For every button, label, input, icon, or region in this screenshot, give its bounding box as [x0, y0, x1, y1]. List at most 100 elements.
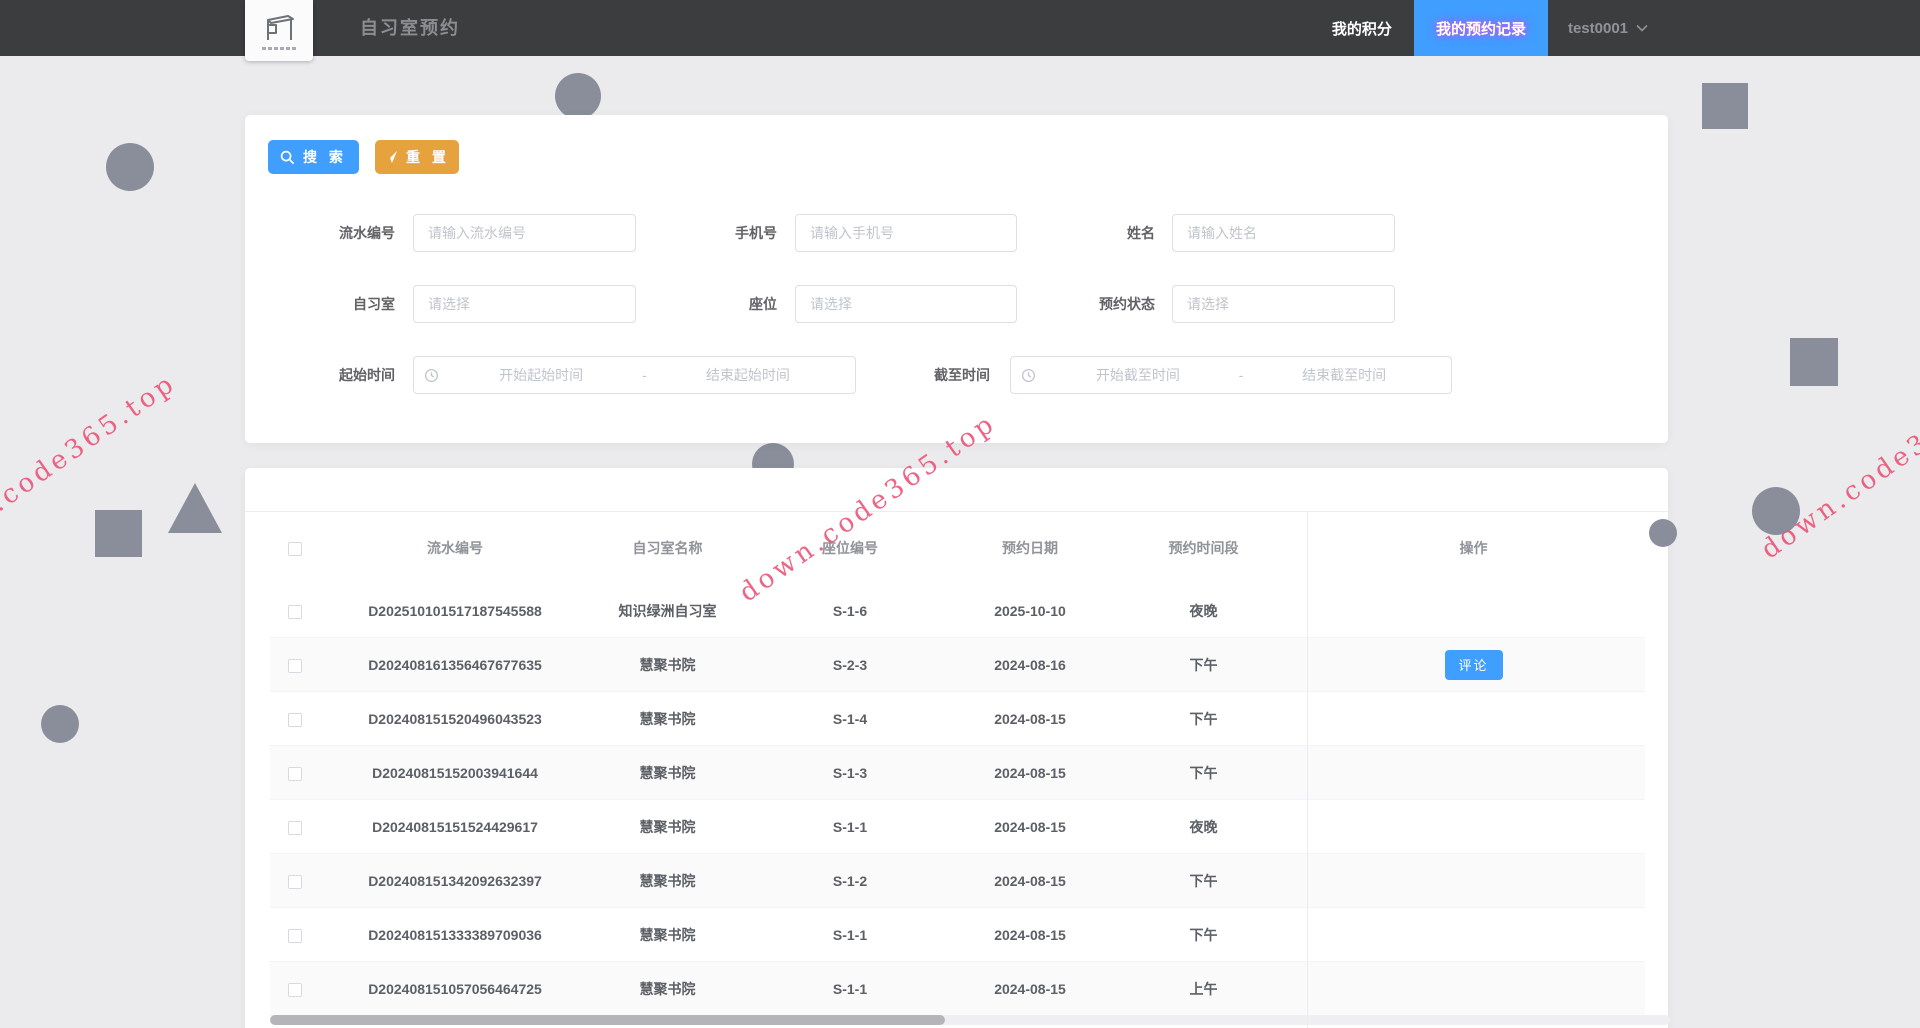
cell-room: 慧聚书院 [590, 709, 745, 729]
cell-serial: D202408161356467677635 [320, 657, 590, 673]
cell-room: 慧聚书院 [590, 979, 745, 999]
col-serial: 流水编号 [320, 538, 590, 558]
nav-item-records[interactable]: 我的预约记录 [1414, 0, 1548, 56]
horizontal-scrollbar-thumb[interactable] [270, 1015, 945, 1025]
status-select[interactable] [1172, 285, 1395, 323]
cell-date: 2024-08-15 [955, 711, 1105, 727]
clock-icon [424, 368, 444, 383]
row-checkbox[interactable] [288, 713, 302, 727]
range-end-placeholder: 结束起始时间 [651, 365, 845, 385]
user-menu[interactable]: test0001 [1548, 0, 1668, 56]
row-checkbox[interactable] [288, 605, 302, 619]
nav-item-points[interactable]: 我的积分 [1310, 0, 1414, 56]
name-input[interactable] [1172, 214, 1395, 252]
decor-square [1702, 83, 1748, 129]
decor-circle [41, 705, 79, 743]
cell-date: 2025-10-10 [955, 603, 1105, 619]
clock-icon [1021, 368, 1041, 383]
field-label-room: 自习室 [245, 285, 395, 323]
cell-date: 2024-08-15 [955, 819, 1105, 835]
decor-circle [1649, 519, 1677, 547]
search-button[interactable]: 搜 索 [268, 140, 359, 174]
cell-seat: S-1-4 [745, 711, 955, 727]
decor-square [1790, 338, 1838, 386]
cell-seat: S-1-3 [745, 765, 955, 781]
table-row: D202408161356467677635 慧聚书院 S-2-3 2024-0… [270, 638, 1645, 692]
cell-seat: S-1-1 [745, 981, 955, 997]
cell-serial: D20240815152003941644 [320, 765, 590, 781]
cell-seat: S-1-1 [745, 927, 955, 943]
cell-seat: S-1-1 [745, 819, 955, 835]
field-label-seat: 座位 [627, 285, 777, 323]
cell-period: 下午 [1105, 763, 1302, 783]
desk-icon [260, 11, 298, 43]
cell-seat: S-2-3 [745, 657, 955, 673]
field-label-name: 姓名 [1005, 214, 1155, 252]
records-table: 流水编号 自习室名称 座位编号 预约日期 预约时间段 操作 D202510101… [270, 512, 1645, 1016]
cell-room: 慧聚书院 [590, 871, 745, 891]
reset-button[interactable]: 重 置 [375, 140, 459, 174]
start-time-range-picker[interactable]: 开始起始时间 - 结束起始时间 [413, 356, 856, 394]
decor-square [95, 510, 142, 557]
app-logo[interactable] [245, 0, 313, 61]
col-room: 自习室名称 [590, 538, 745, 558]
field-label-serial: 流水编号 [245, 214, 395, 252]
phone-input[interactable] [795, 214, 1017, 252]
decor-circle [555, 73, 601, 119]
range-start-placeholder: 开始起始时间 [444, 365, 638, 385]
row-checkbox[interactable] [288, 767, 302, 781]
decor-circle [1752, 487, 1800, 535]
table-row: D202408151520496043523 慧聚书院 S-1-4 2024-0… [270, 692, 1645, 746]
table-row: D202510101517187545588 知识绿洲自习室 S-1-6 202… [270, 584, 1645, 638]
cell-room: 慧聚书院 [590, 655, 745, 675]
table-row: D202408151342092632397 慧聚书院 S-1-2 2024-0… [270, 854, 1645, 908]
cell-serial: D202408151057056464725 [320, 981, 590, 997]
cell-seat: S-1-6 [745, 603, 955, 619]
cell-seat: S-1-2 [745, 873, 955, 889]
field-label-start-time: 起始时间 [245, 356, 395, 394]
select-all-checkbox[interactable] [288, 542, 302, 556]
row-checkbox[interactable] [288, 875, 302, 889]
cell-period: 下午 [1105, 871, 1302, 891]
cell-room: 慧聚书院 [590, 763, 745, 783]
row-checkbox[interactable] [288, 983, 302, 997]
decor-triangle [168, 483, 222, 533]
cell-serial: D202408151520496043523 [320, 711, 590, 727]
row-checkbox[interactable] [288, 929, 302, 943]
range-start-placeholder: 开始截至时间 [1041, 365, 1235, 385]
cell-serial: D202408151342092632397 [320, 873, 590, 889]
decor-circle [106, 143, 154, 191]
col-seat: 座位编号 [745, 538, 955, 558]
cell-date: 2024-08-15 [955, 873, 1105, 889]
table-row: D202408151057056464725 慧聚书院 S-1-1 2024-0… [270, 962, 1645, 1016]
nav-menu: 我的积分 我的预约记录 test0001 [1310, 0, 1668, 56]
logo-caption [262, 47, 296, 50]
table-row: D202408151333389709036 慧聚书院 S-1-1 2024-0… [270, 908, 1645, 962]
app-title: 自习室预约 [360, 0, 460, 56]
col-period: 预约时间段 [1105, 538, 1302, 558]
cell-period: 夜晚 [1105, 817, 1302, 837]
row-checkbox[interactable] [288, 659, 302, 673]
end-time-range-picker[interactable]: 开始截至时间 - 结束截至时间 [1010, 356, 1452, 394]
seat-select[interactable] [795, 285, 1017, 323]
cell-date: 2024-08-15 [955, 765, 1105, 781]
field-label-status: 预约状态 [1005, 285, 1155, 323]
cell-period: 下午 [1105, 655, 1302, 675]
fixed-column-divider [1307, 512, 1308, 1028]
field-label-end-time: 截至时间 [840, 356, 990, 394]
cell-period: 下午 [1105, 925, 1302, 945]
row-checkbox[interactable] [288, 821, 302, 835]
room-select[interactable] [413, 285, 636, 323]
comment-button[interactable]: 评论 [1445, 650, 1503, 680]
navbar: 自习室预约 我的积分 我的预约记录 test0001 [0, 0, 1920, 56]
send-icon [384, 150, 398, 164]
range-separator: - [638, 367, 651, 383]
cell-period: 下午 [1105, 709, 1302, 729]
serial-input[interactable] [413, 214, 636, 252]
col-actions: 操作 [1302, 538, 1645, 558]
cell-serial: D20240815151524429617 [320, 819, 590, 835]
table-row: D20240815151524429617 慧聚书院 S-1-1 2024-08… [270, 800, 1645, 854]
cell-serial: D202408151333389709036 [320, 927, 590, 943]
cell-action: 评论 [1302, 650, 1645, 680]
cell-room: 慧聚书院 [590, 817, 745, 837]
